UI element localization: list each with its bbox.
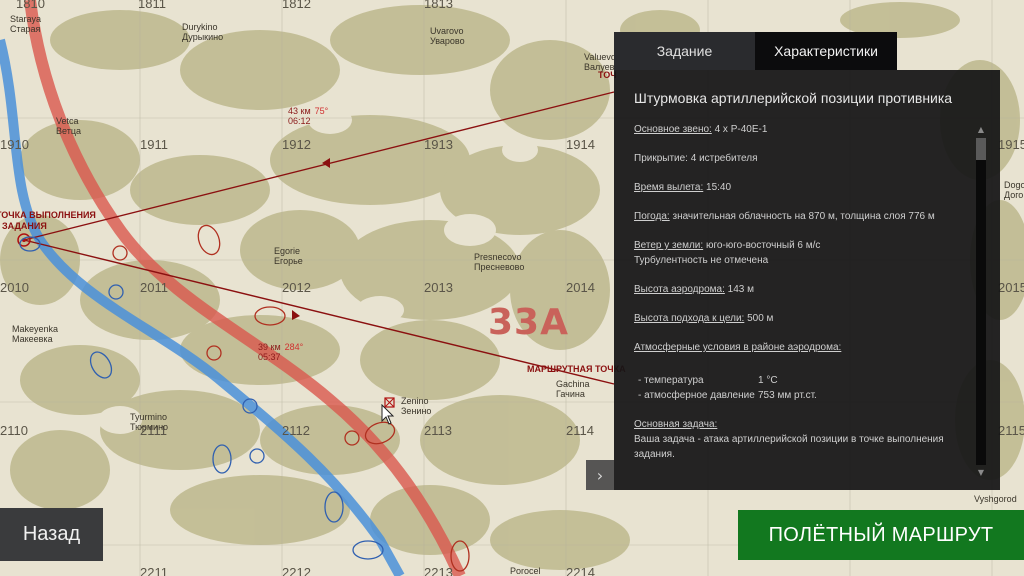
- grid-number: 1915: [998, 137, 1024, 152]
- grid-number: 2014: [566, 280, 595, 295]
- briefing-scrollbar[interactable]: ▲ ▼: [976, 124, 986, 479]
- tab-mission[interactable]: Задание: [614, 32, 755, 70]
- route-leg-info: 39 км 284° 05:37: [258, 342, 304, 362]
- cover-row: Прикрытие: 4 истребителя: [634, 153, 758, 164]
- approach-altitude-row: Высота подхода к цели: 500 м: [634, 313, 774, 324]
- grid-number: 1910: [0, 137, 29, 152]
- briefing-title: Штурмовка артиллерийской позиции противн…: [634, 90, 953, 106]
- mission-target-label: ТОЧКА ВЫПОЛНЕНИЯ ЗАДАНИЯ: [0, 210, 96, 231]
- grid-number: 1811: [138, 0, 166, 11]
- friendly-unit-marker: [352, 540, 384, 560]
- grid-number: 2211: [140, 565, 168, 576]
- enemy-unit-marker: [254, 306, 286, 326]
- grid-number: 2010: [0, 280, 29, 295]
- grid-number: 2114: [566, 423, 594, 438]
- airfield-altitude-row: Высота аэродрома: 143 м: [634, 284, 754, 295]
- friendly-unit-marker: [324, 491, 344, 523]
- grid-number: 2213: [424, 565, 453, 576]
- grid-number: 1912: [282, 137, 311, 152]
- grid-number: 2012: [282, 280, 311, 295]
- scroll-track[interactable]: [976, 138, 986, 465]
- place-label: Makeyenka Макеевка: [12, 324, 59, 344]
- grid-number: 1914: [566, 137, 595, 152]
- tab-characteristics[interactable]: Характеристики: [755, 32, 897, 70]
- waypoint-label: МАРШРУТНАЯ ТОЧКА: [527, 364, 626, 374]
- place-label: Durykino Дурыкино: [182, 22, 224, 42]
- grid-number: 2011: [140, 280, 168, 295]
- friendly-unit-marker: [212, 444, 232, 474]
- place-label: Vyshgorod: [974, 494, 1017, 504]
- grid-number: 1913: [424, 137, 453, 152]
- place-label: Porocel: [510, 566, 541, 576]
- briefing-tabs: Задание Характеристики: [614, 32, 897, 70]
- grid-number: 1813: [424, 0, 453, 11]
- back-button[interactable]: Назад: [0, 508, 103, 561]
- grid-number: 2015: [998, 280, 1024, 295]
- turbulence-row: Турбулентность не отмечена: [634, 255, 769, 266]
- grid-number: 2112: [282, 423, 310, 438]
- grid-number: 2110: [0, 423, 28, 438]
- grid-number: 2214: [566, 565, 595, 576]
- grid-number: 2212: [282, 565, 311, 576]
- place-label: Staraya Старая: [10, 14, 42, 34]
- front-line: [24, 0, 466, 576]
- scroll-down-icon[interactable]: ▼: [976, 467, 986, 479]
- place-label: Tyurmino Тюрмино: [130, 412, 169, 432]
- scroll-thumb[interactable]: [976, 138, 986, 160]
- place-label: Zenino Зенино: [401, 396, 432, 416]
- grid-number: 1911: [140, 137, 168, 152]
- flight-route-button[interactable]: ПОЛЁТНЫЙ МАРШРУТ: [738, 510, 1024, 560]
- atmosphere-heading: Атмосферные условия в районе аэродрома:: [634, 342, 842, 353]
- place-label: Dogo Дого: [1004, 180, 1024, 200]
- place-label: Gachina Гачина: [556, 379, 590, 399]
- main-task-heading: Основная задача:: [634, 419, 718, 430]
- grid-number: 2115: [998, 423, 1024, 438]
- grid-number: 1812: [282, 0, 311, 11]
- route-leg-info: 43 км 75° 06:12: [288, 106, 329, 126]
- departure-row: Время вылета: 15:40: [634, 182, 732, 193]
- place-label: Presnecovo Пресневово: [474, 252, 525, 272]
- collapse-panel-button[interactable]: ›: [586, 460, 614, 490]
- grid-number: 2113: [424, 423, 452, 438]
- grid-number: 1810: [16, 0, 45, 11]
- zone-label: 33А: [488, 302, 569, 343]
- temperature-row: - температура 1 °C: [638, 375, 778, 386]
- pressure-row: - атмосферное давление 753 мм рт.ст.: [638, 390, 817, 401]
- scroll-up-icon[interactable]: ▲: [976, 124, 986, 136]
- wind-row: Ветер у земли: юго-юго-восточный 6 м/с: [634, 240, 821, 251]
- mouse-cursor-icon: [381, 404, 395, 425]
- place-label: Egorie Егорье: [274, 246, 303, 266]
- friendly-unit-marker: [89, 351, 113, 379]
- main-task-text: Ваша задача - атака артиллерийской позиц…: [634, 434, 944, 460]
- briefing-body[interactable]: Основное звено: 4 x P-40E-1 Прикрытие: 4…: [634, 122, 980, 477]
- place-label: Vetca Ветца: [56, 116, 81, 136]
- enemy-unit-marker: [197, 224, 221, 256]
- main-flight-row: Основное звено: 4 x P-40E-1: [634, 124, 768, 135]
- weather-row: Погода: значительная облачность на 870 м…: [634, 211, 935, 222]
- place-label: Uvarovo Уварово: [430, 26, 465, 46]
- grid-number: 2013: [424, 280, 453, 295]
- briefing-panel: Штурмовка артиллерийской позиции противн…: [614, 70, 1000, 490]
